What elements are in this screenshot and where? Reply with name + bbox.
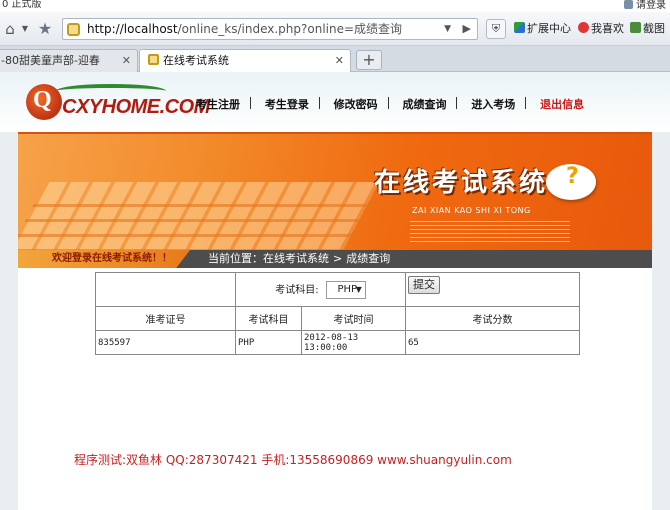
main-nav: 考生注册 考生登录 修改密码 成绩查询 进入考场 退出信息: [196, 96, 584, 116]
banner-subtitle: ZAI XIAN KAO SHI XI TONG: [412, 206, 531, 215]
extensions-icon: [514, 22, 525, 33]
nav-score-query[interactable]: 成绩查询: [402, 98, 446, 111]
bookmark-star-icon[interactable]: ★: [34, 18, 56, 40]
nav-logout[interactable]: 退出信息: [540, 98, 584, 111]
close-icon[interactable]: ✕: [122, 50, 131, 71]
breadcrumb-current: 成绩查询: [346, 252, 391, 265]
subject-value: PHP: [337, 283, 358, 295]
nav-register[interactable]: 考生注册: [196, 98, 240, 111]
web-page: Q CXYHOME.COM 考生注册 考生登录 修改密码 成绩查询 进入考场 退…: [0, 72, 670, 510]
breadcrumb-arrow: >: [333, 252, 343, 265]
screenshot-label: 截图: [643, 22, 665, 35]
footer-credit: 程序测试:双鱼林 QQ:287307421 手机:13558690869 www…: [74, 453, 512, 467]
column-header: 考试时间: [301, 306, 406, 331]
cell-score: 65: [405, 330, 580, 355]
breadcrumb-prefix: 当前位置：: [208, 252, 263, 265]
browser-version-text: 0 正式版: [2, 0, 42, 10]
nav-separator: [318, 97, 320, 109]
nav-separator: [387, 97, 389, 109]
tab-music[interactable]: -80甜美童声部-迎春 ✕: [0, 49, 138, 72]
column-header: 准考证号: [95, 306, 236, 331]
address-dropdown-icon[interactable]: ▼: [444, 19, 451, 39]
banner: 在线考试系统 ZAI XIAN KAO SHI XI TONG ?: [18, 132, 652, 250]
score-table: 考试科目: PHP ▼ 提交 准考证号 考试科目 考试时间 考试分数 835597…: [95, 272, 580, 355]
subject-label: 考试科目:: [275, 284, 319, 296]
page-frame-left: [0, 132, 18, 510]
logo-text: CXYHOME.COM: [62, 96, 210, 118]
chevron-down-icon: ▼: [355, 284, 362, 294]
breadcrumb: 当前位置：在线考试系统 > 成绩查询: [208, 250, 390, 268]
nav-separator: [456, 97, 458, 109]
question-mark-icon: ?: [566, 164, 579, 189]
login-link[interactable]: 请登录: [624, 0, 666, 11]
favorites-button[interactable]: 我喜欢: [578, 20, 624, 38]
table-row: 835597 PHP 2012-08-13 13:00:00 65: [95, 330, 580, 355]
query-row: 考试科目: PHP ▼ 提交: [95, 272, 580, 307]
browser-toolbar: ⌂ ▼ ★ http://localhost/online_ks/index.p…: [0, 12, 670, 46]
column-header: 考试科目: [235, 306, 302, 331]
query-cell: 考试科目: PHP ▼: [235, 272, 406, 307]
home-icon[interactable]: ⌂: [0, 18, 20, 40]
address-bar[interactable]: http://localhost/online_ks/index.php?onl…: [62, 18, 478, 40]
address-text[interactable]: http://localhost/online_ks/index.php?onl…: [87, 19, 402, 39]
security-shield-icon[interactable]: ⛨: [486, 19, 506, 39]
nav-login[interactable]: 考生登录: [265, 98, 309, 111]
cell-exam-id: 835597: [95, 330, 236, 355]
tab-strip: -80甜美童声部-迎春 ✕ 在线考试系统 ✕ +: [0, 46, 670, 72]
extensions-button[interactable]: 扩展中心: [514, 20, 571, 38]
banner-title: 在线考试系统: [374, 168, 549, 198]
site-favicon-icon: [148, 54, 159, 65]
url-path: /online_ks/index.php?online=成绩查询: [177, 22, 403, 36]
close-icon[interactable]: ✕: [335, 50, 344, 71]
submit-button[interactable]: 提交: [408, 276, 440, 294]
column-header: 考试分数: [405, 306, 580, 331]
new-tab-button[interactable]: +: [356, 50, 382, 70]
login-label: 请登录: [636, 0, 666, 11]
go-arrow-icon[interactable]: ▶: [463, 19, 471, 39]
heart-icon: [578, 22, 589, 33]
favorites-label: 我喜欢: [591, 22, 624, 35]
screenshot-button[interactable]: 截图: [630, 20, 665, 38]
subject-select[interactable]: PHP ▼: [325, 280, 366, 299]
query-empty-cell: [95, 272, 236, 307]
breadcrumb-root[interactable]: 在线考试系统: [263, 252, 329, 265]
url-host: http://localhost: [87, 22, 178, 36]
tab-title: 在线考试系统: [163, 54, 229, 67]
logo-q-letter: Q: [33, 87, 52, 113]
site-favicon-icon: [67, 23, 80, 36]
title-strip: 0 正式版 请登录: [0, 0, 670, 12]
banner-fine-print: [410, 220, 570, 242]
banner-keyboard-art-rows: [18, 204, 374, 250]
nav-change-password[interactable]: 修改密码: [334, 98, 378, 111]
site-logo[interactable]: Q CXYHOME.COM: [26, 82, 210, 126]
info-bar: 欢迎登录在线考试系统！！ 当前位置：在线考试系统 > 成绩查询: [18, 250, 652, 268]
home-dropdown-icon[interactable]: ▼: [20, 18, 30, 40]
scissors-icon: [630, 22, 641, 33]
tab-title: -80甜美童声部-迎春: [1, 54, 100, 67]
welcome-text: 欢迎登录在线考试系统！！: [18, 250, 190, 268]
nav-enter-exam[interactable]: 进入考场: [471, 98, 515, 111]
page-frame-right: [652, 132, 670, 510]
tab-exam-system[interactable]: 在线考试系统 ✕: [139, 49, 351, 72]
cell-exam-time: 2012-08-13 13:00:00: [301, 330, 406, 355]
user-icon: [624, 0, 633, 9]
table-header-row: 准考证号 考试科目 考试时间 考试分数: [95, 306, 580, 331]
nav-separator: [525, 97, 527, 109]
query-submit-cell: 提交: [405, 272, 580, 307]
nav-separator: [250, 97, 251, 109]
extensions-label: 扩展中心: [527, 22, 571, 35]
cell-subject: PHP: [235, 330, 302, 355]
